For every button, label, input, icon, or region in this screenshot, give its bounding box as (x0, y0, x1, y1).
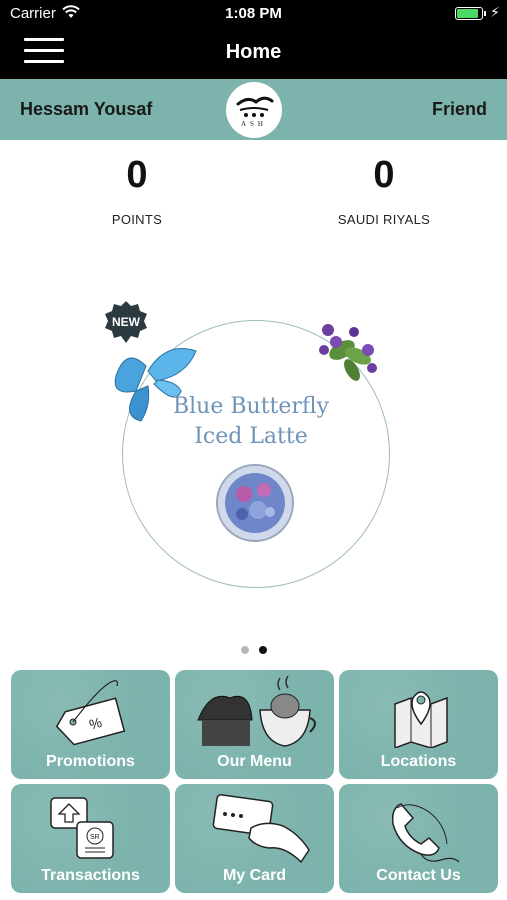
riyals-value: 0 (373, 154, 395, 196)
carousel-dot-active[interactable] (258, 646, 267, 654)
my-card-tile[interactable]: My Card (175, 784, 334, 893)
battery-tip (484, 11, 486, 16)
transactions-label: Transactions (41, 867, 140, 884)
price-tag-icon: % (55, 680, 126, 746)
promotions-tile[interactable]: % Promotions (11, 670, 170, 779)
charging-icon: ⚡ (490, 4, 500, 20)
promotions-label: Promotions (46, 753, 135, 770)
card-in-hand-icon (212, 794, 310, 864)
promo-title-line1: Blue Butterfly (172, 394, 330, 419)
locations-tile[interactable]: Locations (339, 670, 498, 779)
clock: 1:08 PM (225, 5, 282, 22)
points-value: 0 (126, 154, 148, 196)
dessert-cup-icon (197, 675, 316, 747)
locations-label: Locations (380, 753, 457, 770)
battery-icon (455, 7, 483, 20)
membership-tier: Friend (431, 99, 487, 119)
hamburger-menu-icon[interactable] (24, 38, 64, 68)
brand-logo: ASH (226, 82, 282, 138)
logo-lettering: ASH (240, 120, 267, 128)
brand-logo-mark (236, 96, 274, 117)
new-badge-label: NEW (112, 315, 140, 329)
promo-title-line2: Iced Latte (194, 424, 308, 449)
my-card-label: My Card (222, 867, 287, 884)
promo-title: Blue Butterfly Iced Latte (126, 392, 376, 452)
user-name: Hessam Yousaf (20, 99, 153, 119)
violet-flowers-icon (319, 324, 377, 381)
svg-text:SR: SR (90, 834, 100, 841)
riyals-label: SAUDI RIYALS (337, 212, 431, 227)
transactions-icon: SR (50, 797, 114, 859)
latte-drink-icon (216, 464, 294, 542)
riyals-stat: 0 SAUDI RIYALS (284, 152, 484, 227)
our-menu-tile[interactable]: Our Menu (175, 670, 334, 779)
contact-us-tile[interactable]: Contact Us (339, 784, 498, 893)
promo-banner[interactable]: NEW Blue Butterfly Iced Latte (96, 290, 406, 600)
carousel-dot[interactable] (240, 646, 249, 654)
transactions-tile[interactable]: SR Transactions (11, 784, 170, 893)
status-bar: Carrier 1:08 PM ⚡ (0, 0, 507, 28)
contact-us-label: Contact Us (376, 867, 461, 884)
points-label: POINTS (111, 212, 163, 227)
carousel-page-indicator (0, 641, 507, 654)
map-pin-icon (394, 691, 448, 748)
page-title: Home (225, 41, 282, 63)
profile-bar: Hessam Yousaf ASH Friend (0, 79, 507, 140)
our-menu-label: Our Menu (217, 753, 292, 770)
points-stat: 0 POINTS (37, 152, 237, 227)
nav-bar: Home (0, 28, 507, 79)
phone-icon (391, 803, 460, 863)
